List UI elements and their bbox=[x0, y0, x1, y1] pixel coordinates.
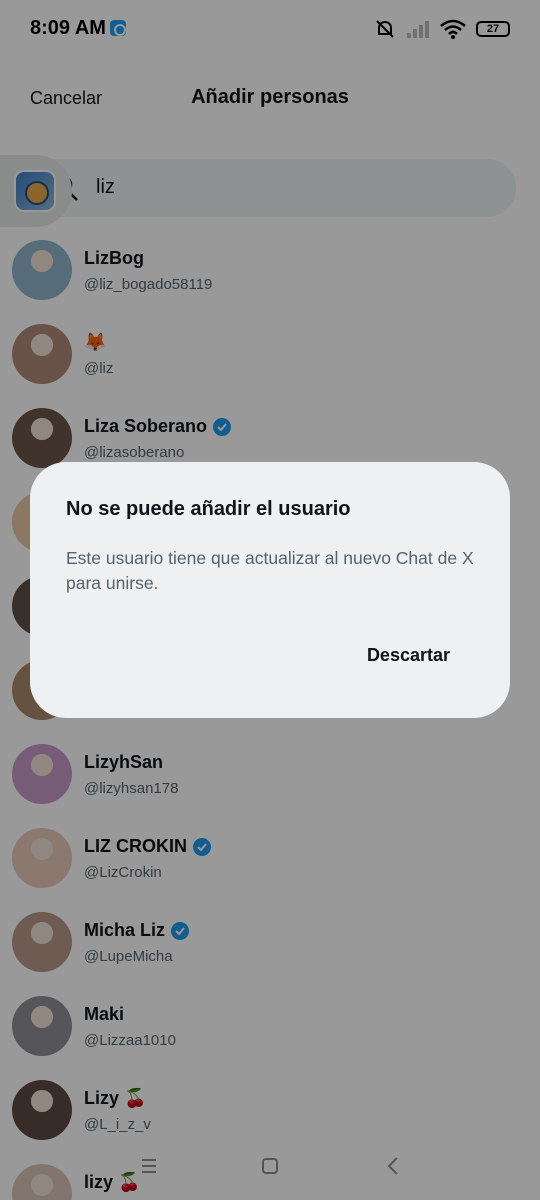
back-icon[interactable] bbox=[382, 1154, 406, 1178]
dismiss-button[interactable]: Descartar bbox=[367, 645, 450, 666]
error-dialog: No se puede añadir el usuario Este usuar… bbox=[30, 462, 510, 718]
dialog-message: Este usuario tiene que actualizar al nue… bbox=[66, 548, 474, 593]
system-nav-bar bbox=[0, 1130, 540, 1200]
dialog-title: No se puede añadir el usuario bbox=[66, 498, 351, 520]
home-icon[interactable] bbox=[258, 1154, 282, 1178]
menu-icon[interactable] bbox=[137, 1154, 161, 1178]
